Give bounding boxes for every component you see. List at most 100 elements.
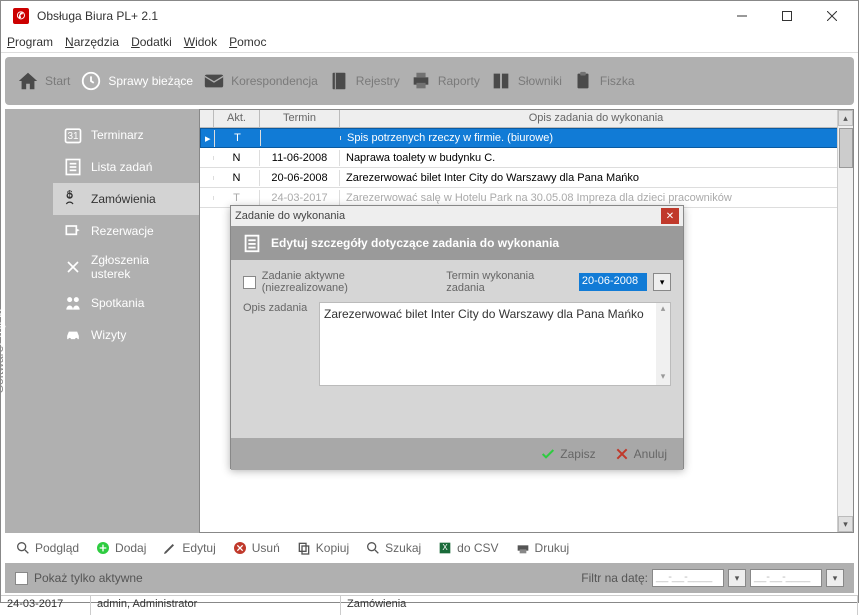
scroll-down-icon[interactable]: ▾ bbox=[656, 371, 670, 385]
check-icon bbox=[540, 446, 556, 462]
dialog-close-button[interactable]: ✕ bbox=[661, 208, 679, 224]
list-icon bbox=[63, 157, 83, 177]
menu-dodatki[interactable]: Dodatki bbox=[131, 35, 172, 49]
sidebar-item-zamowienia[interactable]: $ Zamówienia bbox=[53, 183, 199, 215]
search-icon bbox=[365, 540, 381, 556]
clipboard-icon bbox=[241, 232, 263, 254]
table-row[interactable]: N 20-06-2008 Zarezerwować bilet Inter Ci… bbox=[200, 168, 853, 188]
toolbar-sprawy[interactable]: Sprawy bieżące bbox=[80, 70, 193, 92]
date-input[interactable]: 20-06-2008 bbox=[579, 273, 648, 291]
scroll-thumb[interactable] bbox=[839, 128, 853, 168]
menu-pomoc[interactable]: Pomoc bbox=[229, 35, 266, 49]
toolbar-label: Start bbox=[45, 74, 70, 88]
cell-akt: N bbox=[214, 150, 260, 166]
col-selector[interactable] bbox=[200, 110, 214, 127]
cell-termin: 24-03-2017 bbox=[260, 190, 340, 206]
search-button[interactable]: Szukaj bbox=[365, 540, 421, 556]
description-value: Zarezerwować bilet Inter City do Warszaw… bbox=[324, 307, 644, 321]
scroll-down-icon[interactable]: ▾ bbox=[838, 516, 853, 532]
col-termin[interactable]: Termin bbox=[260, 110, 340, 127]
cell-termin bbox=[261, 136, 341, 140]
dictionary-icon bbox=[490, 70, 512, 92]
cell-termin: 11-06-2008 bbox=[260, 150, 340, 166]
table-row[interactable]: ▸ T Spis potrzenych rzeczy w firmie. (bi… bbox=[200, 128, 853, 148]
action-label: Drukuj bbox=[535, 541, 570, 555]
zoom-icon bbox=[15, 540, 31, 556]
csv-button[interactable]: Xdo CSV bbox=[437, 540, 498, 556]
sidebar-item-wizyty[interactable]: Wizyty bbox=[53, 319, 199, 351]
scroll-up-icon[interactable]: ▴ bbox=[656, 303, 670, 317]
clipboard-icon bbox=[572, 70, 594, 92]
sidebar-item-rezerwacje[interactable]: Rezerwacje bbox=[53, 215, 199, 247]
row-marker bbox=[200, 196, 214, 200]
toolbar-label: Słowniki bbox=[518, 74, 562, 88]
svg-text:31: 31 bbox=[67, 131, 79, 142]
cell-akt: N bbox=[214, 170, 260, 186]
cell-akt: T bbox=[215, 130, 261, 146]
menubar: Program Narzędzia Dodatki Widok Pomoc bbox=[1, 31, 858, 53]
scroll-up-icon[interactable]: ▴ bbox=[838, 110, 853, 126]
status-date: 24-03-2017 bbox=[1, 596, 91, 615]
copy-button[interactable]: Kopiuj bbox=[296, 540, 349, 556]
col-opis[interactable]: Opis zadania do wykonania bbox=[340, 110, 853, 127]
maximize-button[interactable] bbox=[764, 2, 809, 30]
book-icon bbox=[328, 70, 350, 92]
menu-widok[interactable]: Widok bbox=[184, 35, 217, 49]
preview-button[interactable]: Podgląd bbox=[15, 540, 79, 556]
toolbar-raporty[interactable]: Raporty bbox=[410, 70, 480, 92]
close-button[interactable] bbox=[809, 2, 854, 30]
meeting-icon bbox=[63, 293, 83, 313]
sidebar-item-spotkania[interactable]: Spotkania bbox=[53, 287, 199, 319]
x-icon bbox=[614, 446, 630, 462]
menu-narzedzia[interactable]: Narzędzia bbox=[65, 35, 119, 49]
toolbar-label: Rejestry bbox=[356, 74, 400, 88]
copy-icon bbox=[296, 540, 312, 556]
sidebar-item-label: Zamówienia bbox=[91, 192, 156, 206]
filter-date-to[interactable]: __-__-____ bbox=[750, 569, 822, 587]
save-button[interactable]: Zapisz bbox=[540, 446, 595, 462]
toolbar-start[interactable]: Start bbox=[17, 70, 70, 92]
toolbar-slowniki[interactable]: Słowniki bbox=[490, 70, 562, 92]
action-label: Usuń bbox=[252, 541, 280, 555]
active-checkbox[interactable] bbox=[243, 276, 256, 289]
col-akt[interactable]: Akt. bbox=[214, 110, 260, 127]
action-label: Podgląd bbox=[35, 541, 79, 555]
textarea-scrollbar[interactable]: ▴ ▾ bbox=[656, 303, 670, 385]
sidebar-item-label: Terminarz bbox=[91, 128, 144, 142]
cancel-button[interactable]: Anuluj bbox=[614, 446, 667, 462]
sidebar-item-zgloszenia-usterek[interactable]: Zgłoszenia usterek bbox=[53, 247, 199, 287]
vertical-scrollbar[interactable]: ▴ ▾ bbox=[837, 110, 853, 532]
status-bar: 24-03-2017 admin, Administrator Zamówien… bbox=[1, 595, 858, 615]
order-icon: $ bbox=[63, 189, 83, 209]
minimize-button[interactable] bbox=[719, 2, 764, 30]
brand-logo: SoftwareProjekt bbox=[0, 308, 9, 393]
sidebar-item-terminarz[interactable]: 31 Terminarz bbox=[53, 119, 199, 151]
toolbar-fiszka[interactable]: Fiszka bbox=[572, 70, 635, 92]
show-active-checkbox[interactable] bbox=[15, 572, 28, 585]
print-button[interactable]: Drukuj bbox=[515, 540, 570, 556]
table-row[interactable]: N 11-06-2008 Naprawa toalety w budynku C… bbox=[200, 148, 853, 168]
description-textarea[interactable]: Zarezerwować bilet Inter City do Warszaw… bbox=[319, 302, 671, 386]
cancel-label: Anuluj bbox=[634, 447, 667, 461]
date-to-dropdown[interactable]: ▾ bbox=[826, 569, 844, 587]
toolbar-rejestry[interactable]: Rejestry bbox=[328, 70, 400, 92]
sidebar-item-label: Wizyty bbox=[91, 328, 126, 342]
window-title: Obsługa Biura PL+ 2.1 bbox=[37, 9, 719, 23]
toolbar-label: Raporty bbox=[438, 74, 480, 88]
task-table: Akt. Termin Opis zadania do wykonania ▸ … bbox=[200, 110, 853, 208]
row-marker bbox=[200, 156, 214, 160]
edit-button[interactable]: Edytuj bbox=[162, 540, 215, 556]
toolbar-korespondencja[interactable]: Korespondencja bbox=[203, 70, 318, 92]
filter-date-from[interactable]: __-__-____ bbox=[652, 569, 724, 587]
date-from-dropdown[interactable]: ▾ bbox=[728, 569, 746, 587]
date-dropdown-button[interactable]: ▾ bbox=[653, 273, 671, 291]
sidebar-item-lista-zadan[interactable]: Lista zadań bbox=[53, 151, 199, 183]
svg-text:$: $ bbox=[67, 189, 73, 200]
delete-button[interactable]: Usuń bbox=[232, 540, 280, 556]
menu-program[interactable]: Program bbox=[7, 35, 53, 49]
toolbar: Start Sprawy bieżące Korespondencja Reje… bbox=[5, 57, 854, 105]
cell-opis: Zarezerwować bilet Inter City do Warszaw… bbox=[340, 170, 853, 186]
sidebar-item-label: Spotkania bbox=[91, 296, 144, 310]
cell-termin: 20-06-2008 bbox=[260, 170, 340, 186]
add-button[interactable]: Dodaj bbox=[95, 540, 146, 556]
